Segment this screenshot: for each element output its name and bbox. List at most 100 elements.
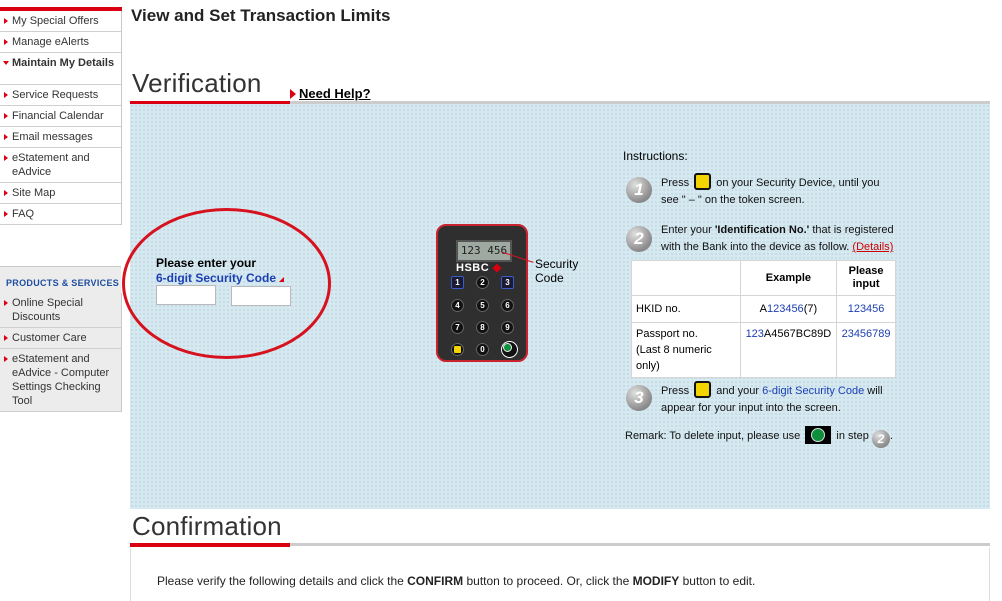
table-cell-type: Passport no. (Last 8 numeric only)	[631, 322, 741, 378]
step-1-icon: 1	[626, 177, 652, 203]
device-key-8: 8	[476, 321, 489, 334]
confirm-text-pre: Please verify the following details and …	[157, 574, 404, 588]
sidebar-item-estatement[interactable]: eStatement and eAdvice	[0, 148, 121, 183]
table-header-row: Example Please input	[631, 260, 896, 296]
device-key-3: 3	[501, 276, 514, 289]
remark-pre: Remark: To delete input, please use	[625, 430, 801, 442]
yellow-button-icon	[694, 381, 712, 398]
table-row: HKID no. A123456(7) 123456	[631, 295, 896, 323]
sidebar-item-my-special-offers[interactable]: My Special Offers	[0, 11, 121, 32]
sidebar-item-service-requests[interactable]: Service Requests	[0, 85, 121, 106]
sidebar-item-customer-care[interactable]: Customer Care	[0, 328, 121, 349]
sidebar-item-maintain-my-details[interactable]: Maintain My Details	[0, 53, 121, 85]
step-3-text: Press and your 6-digit Security Code wil…	[661, 381, 901, 417]
sidebar-item-label: FAQ	[12, 208, 35, 220]
confirm-text-mid: button to proceed. Or, click the	[466, 574, 630, 588]
sidebar-item-label: Financial Calendar	[12, 110, 104, 122]
remark-text: Remark: To delete input, please use in s…	[625, 426, 925, 448]
sidebar-item-site-map[interactable]: Site Map	[0, 183, 121, 204]
arrow-right-icon	[4, 211, 8, 217]
need-help-link[interactable]: Need Help?	[290, 86, 371, 101]
instructions-title: Instructions:	[623, 149, 688, 163]
step-1-pre: Press	[661, 177, 690, 189]
type-label: Passport no.	[636, 328, 698, 340]
device-key-5: 5	[476, 299, 489, 312]
identification-table: Example Please input HKID no. A123456(7)…	[631, 260, 896, 378]
security-code-callout-text: Security Code	[535, 257, 579, 285]
arrow-right-icon	[4, 335, 8, 341]
confirmation-rule	[130, 543, 290, 547]
sidebar-item-label: eStatement and eAdvice - Computer Settin…	[12, 353, 110, 407]
step-3-pre: Press	[661, 385, 690, 397]
arrow-right-icon	[4, 92, 8, 98]
sidebar-item-label: My Special Offers	[12, 15, 99, 27]
example-blue: 123	[745, 328, 764, 340]
security-device-image: 123 456 HSBC ◆ 1 2 3 4 5 6 7 8 9 0	[436, 224, 528, 362]
sidebar-item-label: Service Requests	[12, 89, 99, 101]
confirmation-heading: Confirmation	[132, 511, 282, 541]
sidebar-item-financial-calendar[interactable]: Financial Calendar	[0, 106, 121, 127]
device-key-1: 1	[451, 276, 464, 289]
table-cell-input: 23456789	[836, 322, 896, 378]
device-green-key-icon	[501, 341, 518, 358]
step-1-text: Press on your Security Device, until you…	[661, 173, 896, 209]
products-services-label: PRODUCTS & SERVICES	[6, 278, 120, 288]
step-2-mini-icon: 2	[871, 430, 890, 448]
need-help-label: Need Help?	[299, 86, 371, 101]
table-cell-example: A123456(7)	[739, 295, 838, 323]
device-key-6: 6	[501, 299, 514, 312]
device-brand-text: HSBC	[456, 262, 490, 274]
step-2-text: Enter your 'Identification No.' that is …	[661, 222, 901, 256]
device-key-4: 4	[451, 299, 464, 312]
arrow-right-icon	[4, 356, 8, 362]
device-screen: 123 456	[456, 240, 512, 262]
sidebar-item-computer-settings-tool[interactable]: eStatement and eAdvice - Computer Settin…	[0, 349, 121, 412]
device-brand: HSBC ◆	[456, 261, 502, 274]
confirm-word: CONFIRM	[407, 574, 464, 588]
confirmation-text: Please verify the following details and …	[157, 574, 755, 588]
table-header	[631, 260, 741, 296]
yellow-button-icon	[694, 173, 712, 190]
security-code-callout: Security Code	[535, 257, 583, 285]
step-2-icon: 2	[626, 226, 652, 252]
example-pre: A	[759, 303, 767, 315]
device-key-9: 9	[501, 321, 514, 334]
green-button-icon	[805, 426, 832, 444]
confirm-text-post: button to edit.	[682, 574, 756, 588]
device-key-7: 7	[451, 321, 464, 334]
remark-mid: in step	[836, 430, 869, 442]
table-cell-type: HKID no.	[631, 295, 741, 323]
remark-post: .	[889, 430, 893, 442]
sidebar-item-label: eStatement and eAdvice	[12, 152, 90, 178]
arrow-right-icon	[4, 134, 8, 140]
details-link[interactable]: (Details)	[852, 241, 893, 253]
sidebar-item-online-special-discounts[interactable]: Online Special Discounts	[0, 293, 121, 328]
products-menu: Online Special Discounts Customer Care e…	[0, 293, 122, 412]
arrow-right-icon	[4, 300, 8, 306]
arrow-right-icon	[4, 190, 8, 196]
verification-heading: Verification	[132, 68, 262, 98]
example-post: (7)	[803, 303, 818, 315]
sidebar-item-faq[interactable]: FAQ	[0, 204, 121, 225]
step-3-blue: 6-digit Security Code	[762, 385, 865, 397]
confirmation-rule-grey	[290, 543, 990, 546]
sidebar-item-label: Online Special Discounts	[12, 297, 83, 323]
arrow-right-icon	[4, 39, 8, 45]
type-note: (Last 8 numeric only)	[636, 344, 712, 372]
table-header: Please input	[836, 260, 896, 296]
table-cell-example: 123A4567BC89D	[739, 322, 838, 378]
sidebar-menu: My Special Offers Manage eAlerts Maintai…	[0, 11, 122, 225]
sidebar-item-manage-ealerts[interactable]: Manage eAlerts	[0, 32, 121, 53]
arrow-right-icon	[290, 89, 296, 99]
table-row: Passport no. (Last 8 numeric only) 123A45…	[631, 322, 896, 378]
sidebar-item-label: Site Map	[12, 187, 56, 199]
modify-word: MODIFY	[632, 574, 680, 588]
sidebar-item-label: Manage eAlerts	[12, 36, 90, 48]
device-key-2: 2	[476, 276, 489, 289]
products-services-header: PRODUCTS & SERVICES	[0, 266, 121, 294]
page-title: View and Set Transaction Limits	[131, 6, 391, 25]
sidebar-item-label: Customer Care	[12, 332, 87, 344]
sidebar-item-email-messages[interactable]: Email messages	[0, 127, 121, 148]
step-3-mid: and your	[716, 385, 760, 397]
sidebar-item-label: Email messages	[12, 131, 93, 143]
